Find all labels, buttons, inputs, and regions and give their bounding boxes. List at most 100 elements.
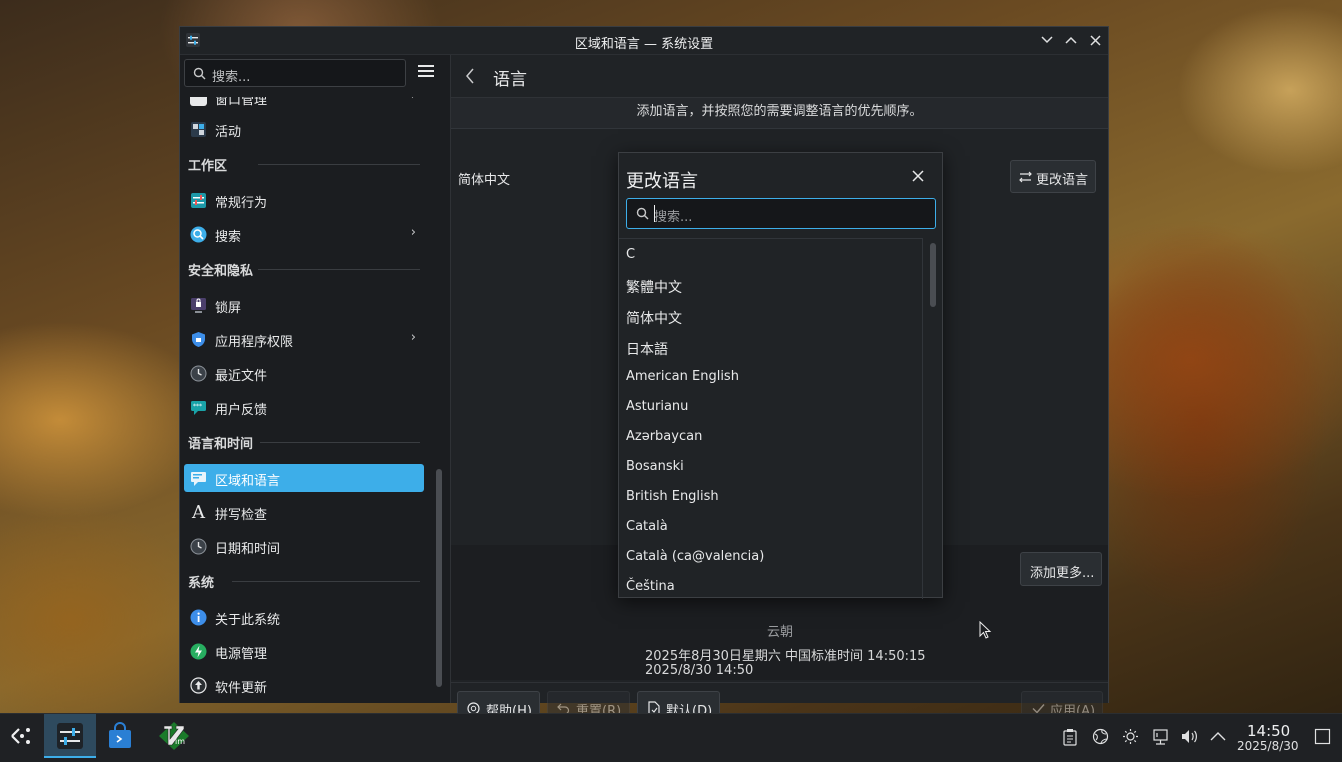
window-management-icon <box>190 97 207 106</box>
text-cursor <box>654 205 655 222</box>
list-item[interactable]: Azərbaycan <box>626 429 702 444</box>
clock-date[interactable]: 2025/8/30 <box>1237 739 1299 753</box>
chevron-right-icon: › <box>410 330 416 345</box>
taskbar: im 14:50 2025/8/30 <box>0 713 1342 762</box>
list-item[interactable]: American English <box>626 369 739 384</box>
feedback-icon: *** <box>191 401 206 415</box>
sidebar-item-region-language[interactable]: 区域和语言 <box>184 464 424 492</box>
sidebar-search-input[interactable]: 搜索... <box>184 59 406 87</box>
language-search-input[interactable]: 搜索... <box>626 198 936 229</box>
change-language-button[interactable]: 更改语言 <box>1010 160 1096 193</box>
network-globe-icon[interactable] <box>1091 728 1109 746</box>
section-system: 系统 <box>188 570 420 591</box>
sidebar-item-spellcheck[interactable]: A 拼写检查 <box>184 498 424 526</box>
list-item[interactable]: 简体中文 <box>626 308 682 328</box>
sidebar-item-app-permissions[interactable]: 应用程序权限 › <box>184 325 424 353</box>
minimize-button[interactable] <box>1038 31 1056 49</box>
hamburger-icon <box>418 65 434 67</box>
adjust-icon <box>1019 171 1032 183</box>
clipboard-icon[interactable] <box>1061 728 1079 746</box>
sidebar-item-lock-screen[interactable]: 锁屏 <box>184 291 424 319</box>
search-placeholder: 搜索... <box>654 210 693 225</box>
sidebar-item-activities[interactable]: 活动 <box>184 115 424 143</box>
page-title: 语言 <box>493 70 527 90</box>
change-language-dialog: 更改语言 搜索... C 繁體中文 简体中文 日本語 American Engl… <box>618 152 943 599</box>
sidebar-item-software-update[interactable]: 软件更新 <box>184 671 424 699</box>
volume-icon[interactable] <box>1180 728 1198 746</box>
search-icon <box>636 207 649 220</box>
language-list: C 繁體中文 简体中文 日本語 American English Asturia… <box>619 238 923 599</box>
sidebar-item-window-management[interactable]: 窗口管理 › <box>184 97 424 111</box>
clock-time[interactable]: 14:50 <box>1247 722 1290 740</box>
svg-text:***: *** <box>193 403 202 410</box>
scrollbar-thumb[interactable] <box>436 469 442 687</box>
update-icon <box>190 677 207 694</box>
search-icon <box>193 67 206 80</box>
store-bag-icon <box>109 722 131 748</box>
dialog-close-button[interactable] <box>907 165 929 187</box>
chevron-up-icon[interactable] <box>1209 728 1227 746</box>
chevron-right-icon: › <box>411 97 416 103</box>
lock-screen-icon <box>191 298 206 313</box>
search-icon <box>190 226 207 243</box>
sidebar-scrollbar[interactable] <box>435 97 443 697</box>
date-short-format: 2025/8/30 14:50 <box>645 663 754 678</box>
list-item[interactable]: Asturianu <box>626 399 688 414</box>
taskbar-discover[interactable] <box>106 714 140 758</box>
close-button[interactable] <box>1086 31 1104 49</box>
title-bar: 区域和语言 — 系统设置 <box>180 27 1108 55</box>
power-icon <box>190 643 207 660</box>
list-item[interactable]: C <box>626 247 635 262</box>
show-desktop-icon[interactable] <box>1313 728 1331 746</box>
list-item[interactable]: 繁體中文 <box>626 277 682 297</box>
section-security-privacy: 安全和隐私 <box>188 258 420 279</box>
sidebar-nav: 窗口管理 › 活动 工作区 常规行为 搜索 › 安全和隐私 <box>180 97 430 703</box>
sidebar-item-search[interactable]: 搜索 › <box>184 220 424 248</box>
list-item[interactable]: 日本語 <box>626 339 668 359</box>
add-more-button[interactable]: 添加更多... <box>1020 552 1102 586</box>
list-item[interactable]: Čeština <box>626 579 675 594</box>
sidebar-item-date-time[interactable]: 日期和时间 <box>184 532 424 560</box>
chevron-up-icon <box>1065 36 1077 44</box>
taskbar-vim[interactable]: im <box>158 714 194 758</box>
language-list-scrollbar[interactable] <box>929 241 937 595</box>
dialog-title: 更改语言 <box>626 171 698 192</box>
app-launcher-button[interactable] <box>8 714 38 758</box>
search-placeholder: 搜索... <box>212 70 251 85</box>
mouse-cursor-icon <box>979 621 992 639</box>
shield-icon <box>192 332 205 347</box>
list-item[interactable]: Bosanski <box>626 459 684 474</box>
taskbar-system-settings[interactable] <box>44 714 96 758</box>
spellcheck-icon: A <box>192 502 205 523</box>
sidebar-item-power-management[interactable]: 电源管理 <box>184 637 424 665</box>
info-message: 添加语言，并按照您的需要调整语言的优先顺序。 <box>451 98 1108 129</box>
chevron-right-icon: › <box>410 225 416 240</box>
close-icon <box>1089 35 1101 46</box>
activities-icon <box>191 122 206 137</box>
list-item[interactable]: Català <box>626 519 668 534</box>
window-title: 区域和语言 — 系统设置 <box>574 37 714 52</box>
scrollbar-thumb[interactable] <box>930 243 936 307</box>
general-behavior-icon <box>191 193 206 208</box>
wired-network-icon[interactable] <box>1151 728 1169 746</box>
menu-button[interactable] <box>418 65 434 79</box>
sidebar: 搜索... 窗口管理 › 活动 工作区 常规行为 <box>180 55 451 703</box>
sidebar-item-general-behavior[interactable]: 常规行为 <box>184 186 424 214</box>
date-format-label: 云朝 <box>767 625 794 640</box>
list-item[interactable]: Català (ca@valencia) <box>626 549 764 564</box>
sidebar-item-recent-files[interactable]: 最近文件 <box>184 359 424 387</box>
date-long-format: 2025年8月30日星期六 中国标准时间 14:50:15 <box>645 649 926 664</box>
sidebar-item-user-feedback[interactable]: *** 用户反馈 <box>184 393 424 421</box>
clock-icon <box>190 365 207 382</box>
section-workspace: 工作区 <box>188 153 420 174</box>
svg-text:im: im <box>175 737 185 746</box>
back-arrow-icon[interactable] <box>465 68 475 84</box>
list-item[interactable]: British English <box>626 489 719 504</box>
clock-icon <box>190 538 207 555</box>
section-language-time: 语言和时间 <box>188 431 420 452</box>
sidebar-item-about-system[interactable]: 关于此系统 <box>184 603 424 631</box>
brightness-icon[interactable] <box>1121 728 1139 746</box>
chevron-down-icon <box>1041 36 1053 44</box>
vim-icon: im <box>159 722 189 750</box>
maximize-button[interactable] <box>1062 31 1080 49</box>
